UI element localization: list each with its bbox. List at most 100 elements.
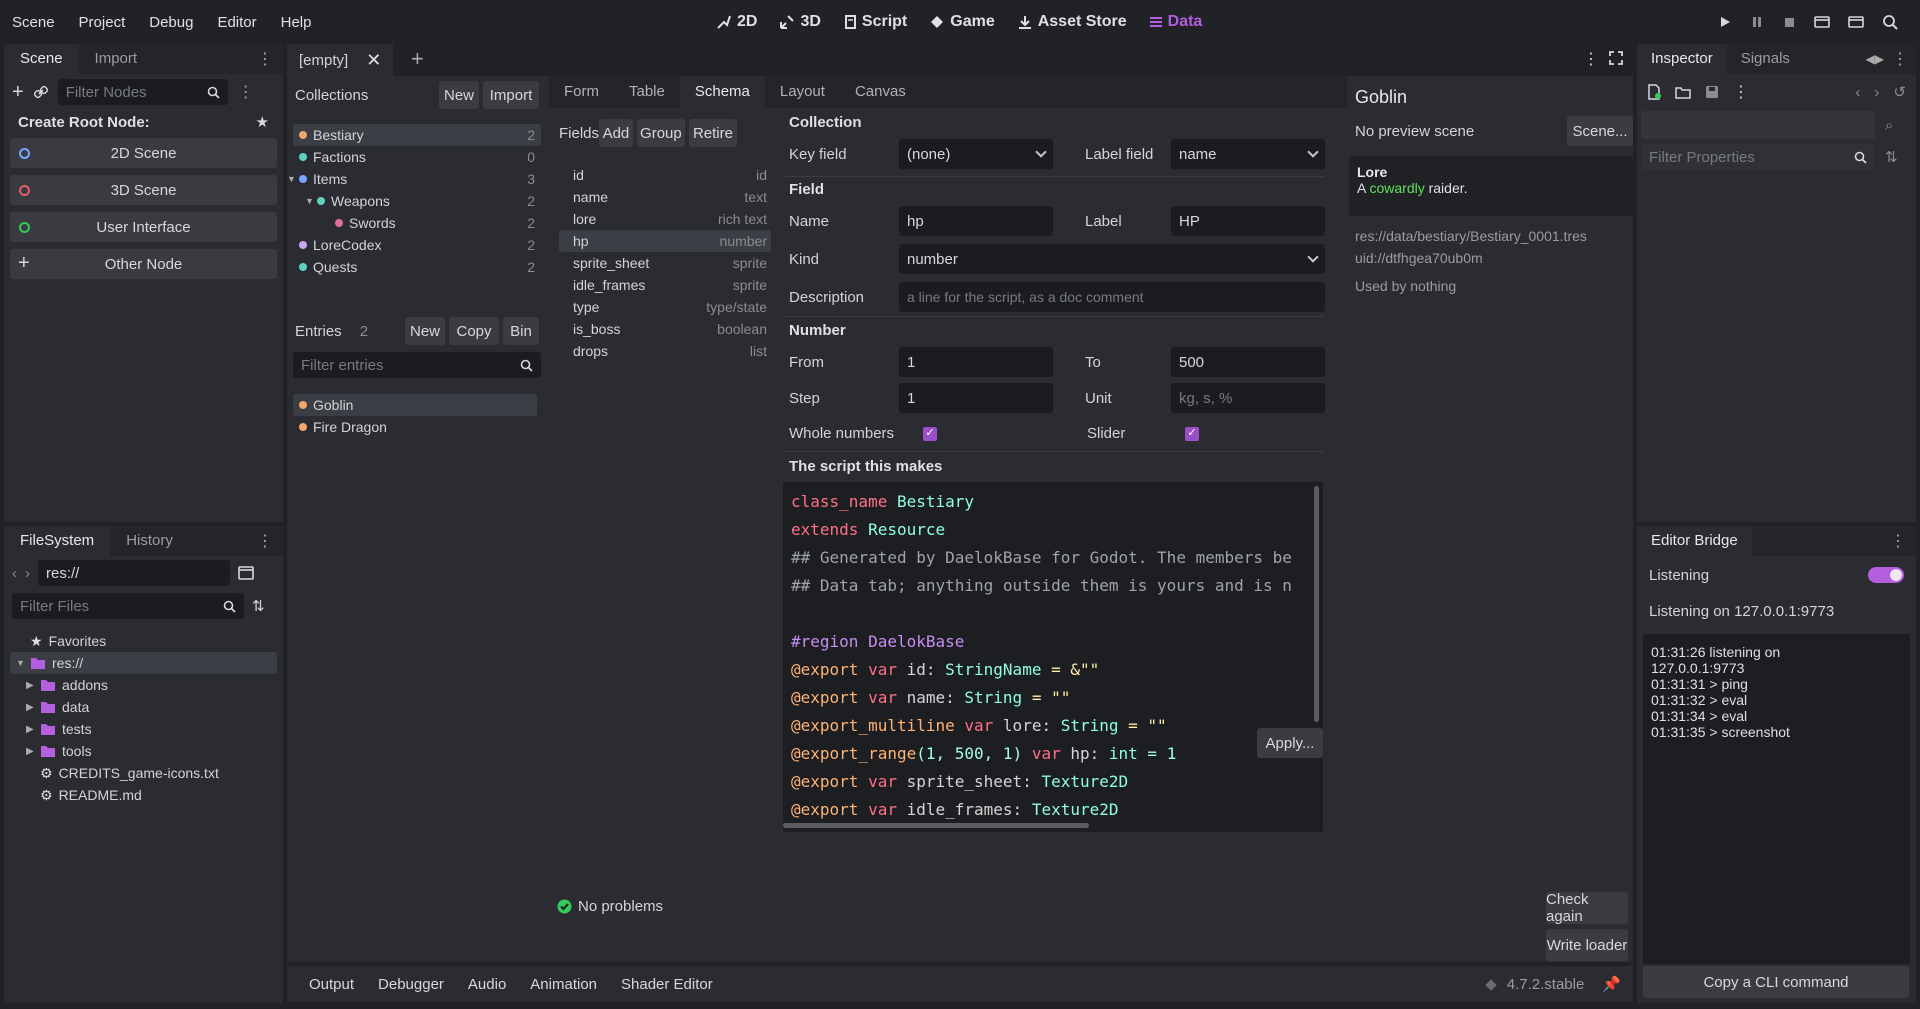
- collection-item[interactable]: Quests 2: [293, 256, 541, 278]
- play-icon[interactable]: [1718, 15, 1732, 29]
- collection-item[interactable]: ▼ Weapons 2: [293, 190, 541, 212]
- menu-editor[interactable]: Editor: [205, 14, 268, 31]
- workspace-data[interactable]: Data: [1149, 13, 1202, 31]
- field-item[interactable]: is_boss boolean: [559, 318, 771, 340]
- expand-arrow-icon[interactable]: ▶: [26, 746, 34, 757]
- close-icon[interactable]: ✕: [366, 50, 381, 71]
- expand-arrow-icon[interactable]: ▶: [26, 702, 34, 713]
- subtab-layout[interactable]: Layout: [765, 76, 840, 108]
- collapse-arrow-icon[interactable]: ▼: [305, 196, 317, 206]
- path-input[interactable]: res://: [38, 560, 230, 586]
- step-input[interactable]: 1: [899, 383, 1053, 413]
- movie-maker-icon[interactable]: [1882, 14, 1898, 30]
- 2d-scene-button[interactable]: 2D Scene: [10, 138, 277, 168]
- copy-cli-button[interactable]: Copy a CLI command: [1643, 966, 1909, 998]
- subtab-table[interactable]: Table: [614, 76, 680, 108]
- subtab-canvas[interactable]: Canvas: [840, 76, 921, 108]
- collapse-arrow-icon[interactable]: ▼: [16, 658, 25, 668]
- unit-input[interactable]: kg, s, %: [1171, 383, 1325, 413]
- file-tree-item[interactable]: ★ Favorites: [10, 630, 277, 652]
- save-icon[interactable]: [1705, 85, 1719, 99]
- pause-icon[interactable]: [1750, 15, 1764, 29]
- file-tree-item[interactable]: ⚙ CREDITS_game-icons.txt: [10, 762, 277, 784]
- tab-signals[interactable]: Signals: [1727, 44, 1804, 74]
- entry-item[interactable]: Goblin: [293, 394, 537, 416]
- new-resource-icon[interactable]: [1647, 84, 1661, 100]
- new-entry-button[interactable]: New: [405, 317, 445, 345]
- collapse-arrow-icon[interactable]: ▼: [287, 174, 299, 184]
- filter-nodes-input[interactable]: Filter Nodes: [57, 79, 228, 105]
- file-tree-item[interactable]: ▼ res://: [10, 652, 277, 674]
- field-item[interactable]: hp number: [559, 230, 771, 252]
- add-node-icon[interactable]: +: [12, 81, 24, 104]
- open-folder-icon[interactable]: [1675, 85, 1691, 99]
- collection-item[interactable]: Factions 0: [293, 146, 541, 168]
- whole-numbers-checkbox[interactable]: ✓: [923, 426, 937, 441]
- user-interface-button[interactable]: User Interface: [10, 212, 277, 242]
- file-tree-item[interactable]: ▶ data: [10, 696, 277, 718]
- vertical-scrollbar[interactable]: [1314, 486, 1319, 722]
- object-selector[interactable]: [1641, 111, 1875, 139]
- slider-checkbox[interactable]: ✓: [1185, 426, 1199, 441]
- kebab-menu-icon[interactable]: ⋮: [257, 49, 273, 69]
- file-tree-item[interactable]: ▶ addons: [10, 674, 277, 696]
- bridge-log[interactable]: 01:31:26 listening on 127.0.0.1:9773 01:31…: [1643, 634, 1910, 964]
- kebab-menu-icon[interactable]: ⋮: [257, 531, 273, 551]
- doc-icon[interactable]: ⌕: [1885, 117, 1893, 134]
- workspace-script[interactable]: Script: [843, 13, 907, 31]
- field-item[interactable]: name text: [559, 186, 771, 208]
- favorite-star-icon[interactable]: ★: [256, 113, 269, 131]
- menu-help[interactable]: Help: [269, 14, 324, 31]
- to-input[interactable]: 500: [1171, 347, 1325, 377]
- other-node-button[interactable]: + Other Node: [10, 249, 277, 279]
- fullscreen-icon[interactable]: [1609, 51, 1623, 65]
- kebab-menu-icon[interactable]: ⋮: [1890, 531, 1906, 551]
- field-item[interactable]: type type/state: [559, 296, 771, 318]
- bin-entry-button[interactable]: Bin: [503, 317, 539, 345]
- filter-options-icon[interactable]: ⇅: [1885, 148, 1898, 166]
- field-item[interactable]: drops list: [559, 340, 771, 362]
- workspace-2d[interactable]: 2D: [716, 13, 757, 31]
- back-icon[interactable]: ‹: [12, 565, 17, 582]
- bottom-tab-debugger[interactable]: Debugger: [366, 976, 456, 993]
- apply-button[interactable]: Apply...: [1257, 728, 1323, 758]
- scene-picker-button[interactable]: Scene...: [1567, 116, 1633, 146]
- link-icon[interactable]: [33, 85, 48, 99]
- file-tree-item[interactable]: ▶ tools: [10, 740, 277, 762]
- filter-files-input[interactable]: Filter Files: [12, 593, 244, 619]
- stop-icon[interactable]: [1782, 15, 1796, 29]
- collection-item[interactable]: ▼ Items 3: [287, 168, 541, 190]
- retire-field-button[interactable]: Retire: [688, 119, 737, 147]
- entry-item[interactable]: Fire Dragon: [293, 416, 537, 438]
- description-input[interactable]: a line for the script, as a doc comment: [899, 282, 1325, 312]
- write-loader-button[interactable]: Write loader: [1546, 929, 1628, 961]
- workspace-asset-store[interactable]: Asset Store: [1017, 13, 1127, 31]
- forward-icon[interactable]: ›: [1874, 84, 1879, 101]
- expand-arrow-icon[interactable]: ▶: [26, 724, 34, 735]
- group-field-button[interactable]: Group: [636, 119, 685, 147]
- editor-tab-empty[interactable]: [empty] ✕: [287, 44, 394, 76]
- collection-item[interactable]: Swords 2: [293, 212, 541, 234]
- workspace-3d[interactable]: 3D: [779, 13, 821, 31]
- new-collection-button[interactable]: New: [439, 81, 479, 109]
- tab-scene[interactable]: Scene: [4, 44, 79, 74]
- field-item[interactable]: idle_frames sprite: [559, 274, 771, 296]
- add-field-button[interactable]: Add: [599, 119, 633, 147]
- field-item[interactable]: id id: [559, 164, 771, 186]
- tab-inspector[interactable]: Inspector: [1637, 44, 1727, 74]
- subtab-form[interactable]: Form: [549, 76, 614, 108]
- sort-icon[interactable]: ⇅: [252, 597, 265, 615]
- check-again-button[interactable]: Check again: [1546, 891, 1628, 925]
- field-item[interactable]: sprite_sheet sprite: [559, 252, 771, 274]
- import-collection-button[interactable]: Import: [483, 81, 539, 109]
- kebab-menu-icon[interactable]: ⋮: [1892, 49, 1908, 69]
- kind-select[interactable]: number: [899, 244, 1325, 274]
- copy-entry-button[interactable]: Copy: [449, 317, 499, 345]
- menu-scene[interactable]: Scene: [12, 14, 67, 31]
- back-icon[interactable]: ‹: [1855, 84, 1860, 101]
- menu-debug[interactable]: Debug: [137, 14, 205, 31]
- filter-entries-input[interactable]: Filter entries: [293, 352, 541, 378]
- expand-arrow-icon[interactable]: ▶: [26, 680, 34, 691]
- field-item[interactable]: lore rich text: [559, 208, 771, 230]
- file-tree-item[interactable]: ⚙ README.md: [10, 784, 277, 806]
